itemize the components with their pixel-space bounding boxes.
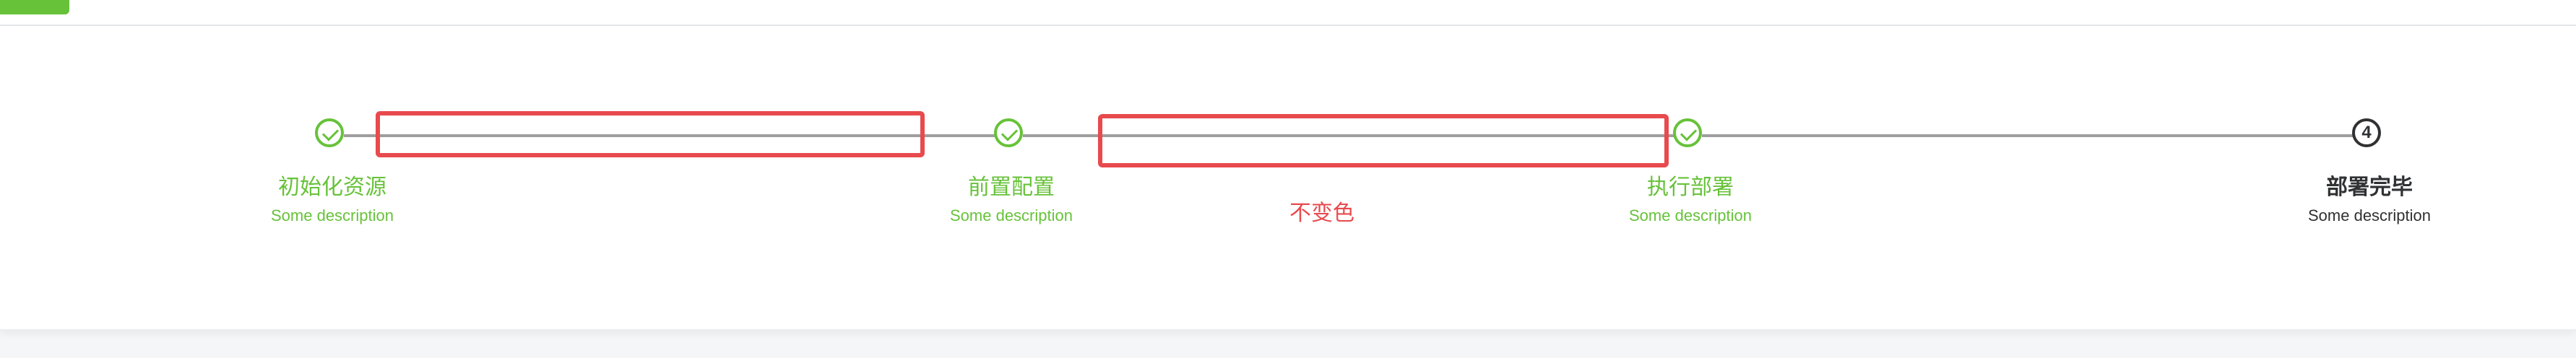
top-toolbar [0, 0, 2576, 26]
active-tab-indicator[interactable] [0, 0, 69, 14]
step-pre-config[interactable]: 前置配置 Some description [881, 26, 1141, 329]
step-description: Some description [1629, 206, 1752, 224]
step-description: Some description [271, 206, 394, 224]
step-status-circle [994, 118, 1023, 147]
step-title: 部署完毕 [2326, 175, 2413, 199]
step-title: 执行部署 [1647, 175, 1734, 199]
step-status-circle [1673, 118, 1702, 147]
check-icon [1680, 124, 1698, 141]
step-execute-deploy[interactable]: 执行部署 Some description [1560, 26, 1820, 329]
steps-panel: 初始化资源 Some description 前置配置 Some descrip… [0, 26, 2576, 331]
step-title: 初始化资源 [278, 175, 386, 199]
step-status-circle [315, 118, 344, 147]
annotation-box-1 [376, 111, 925, 157]
step-description: Some description [2308, 206, 2431, 224]
annotation-label: 不变色 [1289, 201, 1354, 225]
check-icon [321, 124, 340, 141]
step-number: 4 [2361, 123, 2372, 142]
step-init-resources[interactable]: 初始化资源 Some description [202, 26, 462, 329]
step-deploy-complete[interactable]: 4 部署完毕 Some description [2239, 26, 2499, 329]
step-description: Some description [950, 206, 1073, 224]
annotation-box-2 [1098, 114, 1669, 167]
step-status-circle: 4 [2352, 118, 2381, 147]
screen: 初始化资源 Some description 前置配置 Some descrip… [0, 0, 2576, 358]
steps-bar: 初始化资源 Some description 前置配置 Some descrip… [0, 26, 2576, 329]
check-icon [1000, 124, 1019, 141]
step-title: 前置配置 [968, 175, 1055, 199]
